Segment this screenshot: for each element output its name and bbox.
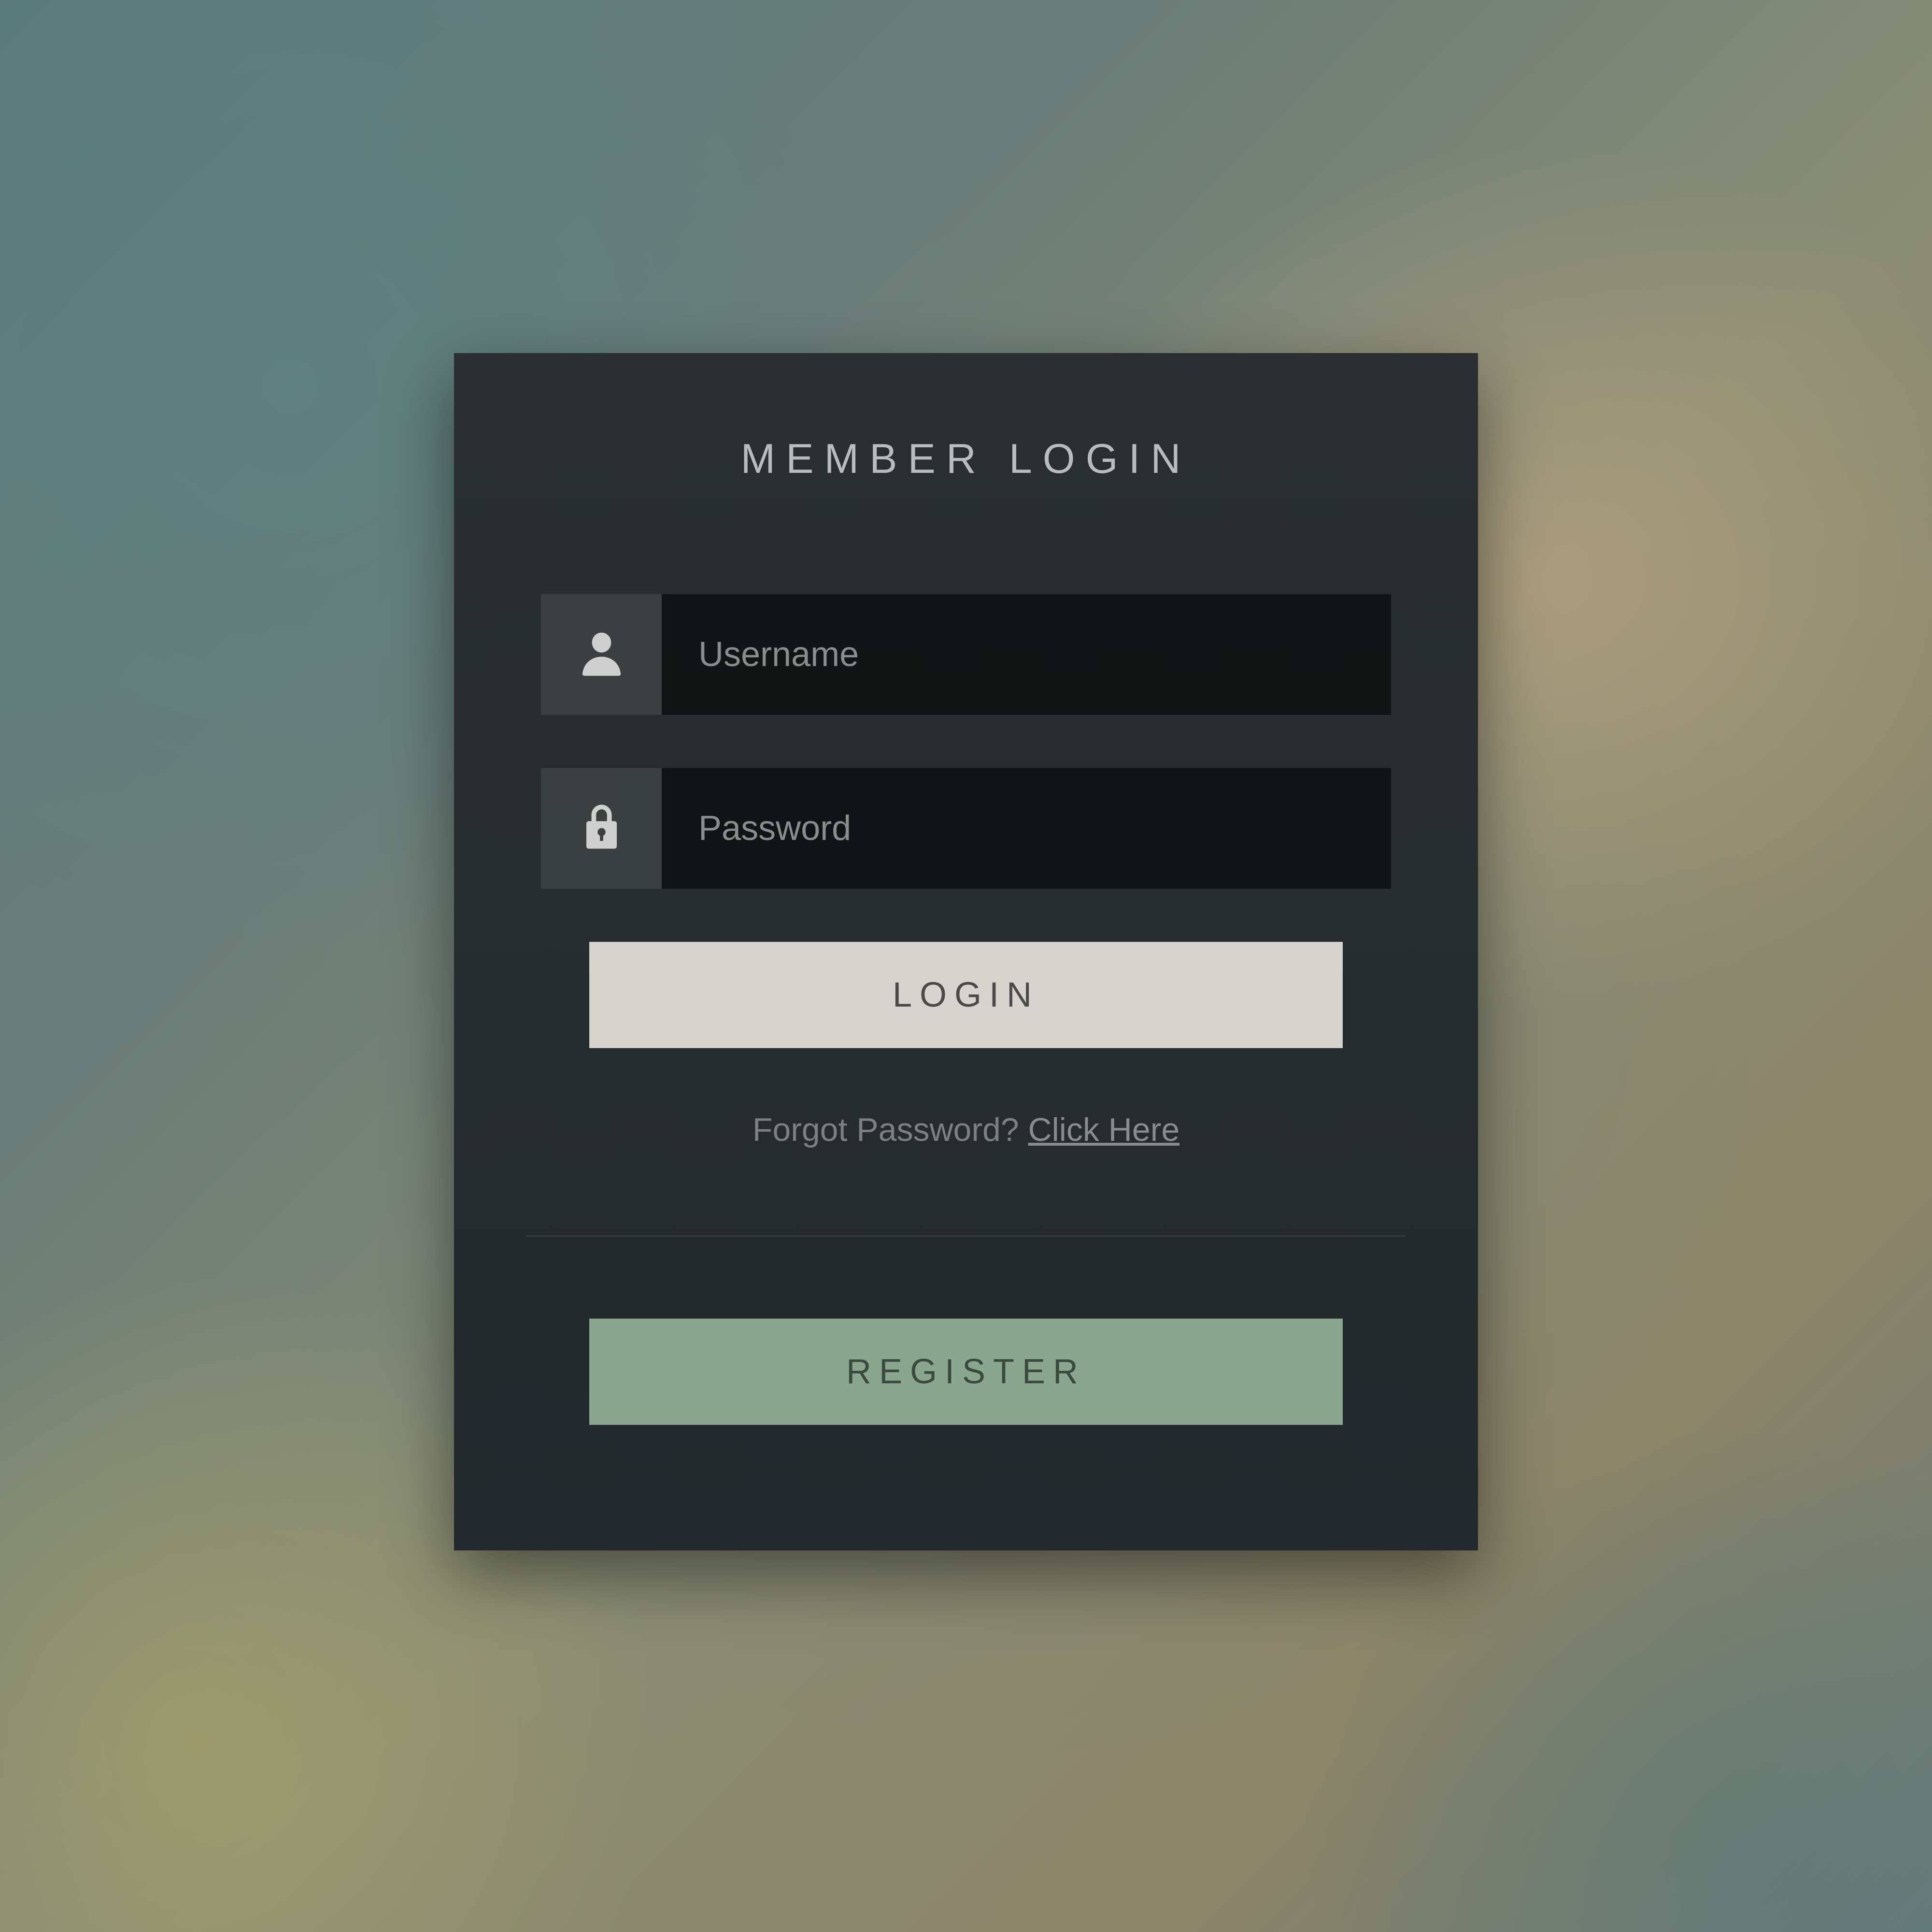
password-input[interactable] [662, 768, 1391, 889]
forgot-password-line: Forgot Password? Click Here [541, 1111, 1391, 1149]
page-title: MEMBER LOGIN [541, 435, 1391, 483]
login-card: MEMBER LOGIN LOGIN Forgot Password? Clic… [454, 353, 1478, 1550]
password-row [541, 768, 1391, 889]
forgot-password-link[interactable]: Click Here [1028, 1111, 1180, 1148]
user-icon [579, 628, 625, 681]
user-icon-box [541, 594, 662, 715]
username-input[interactable] [662, 594, 1391, 715]
forgot-password-text: Forgot Password? [753, 1111, 1028, 1148]
register-button[interactable]: REGISTER [589, 1319, 1343, 1425]
username-row [541, 594, 1391, 715]
lock-icon-box [541, 768, 662, 889]
lock-icon [579, 802, 625, 855]
login-button[interactable]: LOGIN [589, 942, 1343, 1048]
